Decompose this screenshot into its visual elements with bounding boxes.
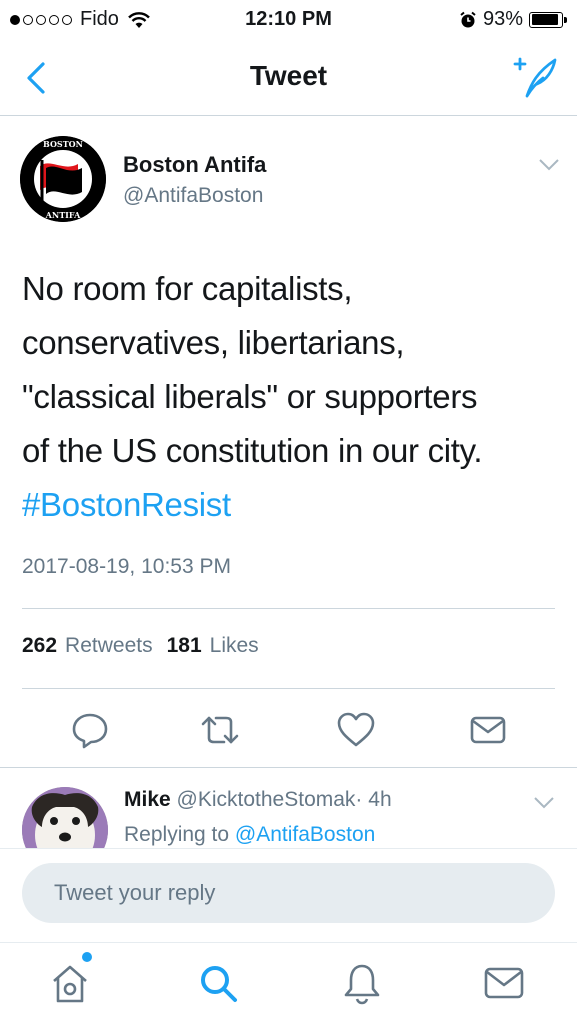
avatar-text-bottom: ANTIFA [45, 210, 81, 220]
hashtag-link[interactable]: #BostonResist [22, 478, 562, 532]
avatar-text-top: BOSTON [43, 139, 83, 149]
like-button[interactable] [336, 710, 376, 750]
reply-avatar[interactable] [22, 787, 108, 848]
search-icon [201, 966, 237, 1002]
alarm-icon [460, 11, 476, 27]
reply-age: 4h [368, 788, 392, 811]
tweet-text: No room for capitalists, conservatives, … [22, 262, 562, 532]
likes-label[interactable]: Likes [210, 634, 259, 658]
author-name[interactable]: Boston Antifa [123, 152, 266, 178]
battery-percent: 93% [482, 8, 523, 30]
envelope-icon [484, 967, 524, 999]
envelope-icon [470, 716, 506, 744]
tab-messages[interactable] [482, 961, 526, 1005]
status-bar-right: 93% [459, 8, 567, 31]
bell-icon [344, 964, 380, 1005]
tab-notifications[interactable] [340, 961, 384, 1005]
tab-home[interactable] [48, 961, 92, 1005]
retweet-icon [201, 716, 239, 744]
divider [0, 767, 577, 768]
tweet-options-button[interactable] [538, 158, 560, 172]
chevron-down-icon [539, 159, 559, 171]
divider [22, 608, 555, 609]
tweet-text-line: No room for capitalists, [22, 270, 353, 307]
reply-author-handle[interactable]: @KicktotheStomak [177, 788, 356, 811]
replying-to-link[interactable]: @AntifaBoston [235, 823, 375, 846]
retweets-label[interactable]: Retweets [65, 634, 153, 658]
reply-input[interactable]: Tweet your reply [22, 863, 555, 923]
reply-author-name[interactable]: Mike [124, 788, 171, 811]
reply-context-line: Replying to @AntifaBoston [124, 823, 375, 847]
status-bar: Fido 12:10 PM 93% [0, 0, 577, 40]
reply-composer: Tweet your reply [0, 848, 577, 942]
likes-count[interactable]: 181 [167, 634, 202, 658]
tweet-timestamp: 2017-08-19, 10:53 PM [22, 555, 231, 578]
battery-icon [529, 11, 567, 28]
tweet-text-line: conservatives, libertarians, [22, 324, 405, 361]
notification-dot [82, 952, 92, 962]
retweets-count[interactable]: 262 [22, 634, 57, 658]
author-avatar[interactable]: BOSTON ANTIFA [20, 136, 106, 222]
tab-bar [0, 942, 577, 1024]
reply-author-line: Mike @KicktotheStomak· 4h [124, 788, 392, 812]
reply-button[interactable] [70, 710, 110, 750]
tab-search[interactable] [196, 961, 240, 1005]
home-icon [53, 965, 87, 1003]
page-title: Tweet [249, 60, 328, 91]
tweet-stats: 262 Retweets 181 Likes [22, 634, 265, 658]
nav-bar: Tweet [0, 40, 577, 116]
tweet-header: BOSTON ANTIFA Boston Antifa @AntifaBosto… [20, 136, 560, 226]
compose-tweet-button[interactable] [511, 54, 561, 100]
share-button[interactable] [468, 710, 508, 750]
tweet-actions [0, 710, 577, 750]
reply-icon [72, 713, 108, 749]
tweet-text-line: "classical liberals" or supporters [22, 378, 478, 415]
retweet-button[interactable] [200, 710, 240, 750]
reply-separator: · [355, 788, 363, 811]
tweet-text-line: of the US constitution in our city. [22, 432, 483, 469]
divider [22, 688, 555, 689]
compose-tweet-icon [513, 57, 557, 98]
reply-options-button[interactable] [533, 796, 555, 810]
chevron-down-icon [534, 797, 554, 809]
author-handle[interactable]: @AntifaBoston [123, 184, 263, 208]
replying-prefix: Replying to [124, 823, 230, 846]
heart-icon [337, 712, 375, 747]
